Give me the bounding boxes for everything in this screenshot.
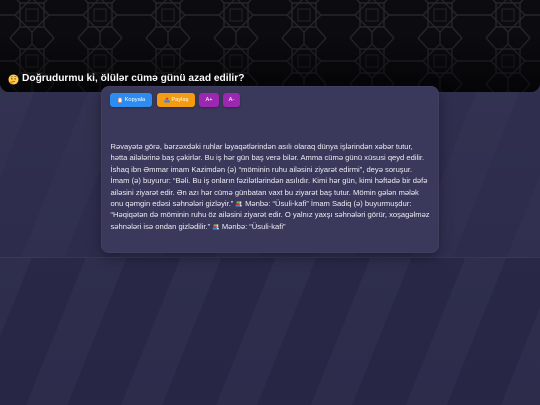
page-title-text: Doğrudurmu ki, ölülər cümə günü azad edi… (22, 73, 245, 84)
article-text: “Həqiqətən də möminin ruhu öz ailəsini z… (110, 210, 430, 220)
article-text: Mənbə: “Üsuli-kafi” (219, 221, 286, 231)
share-button[interactable]: Paylaş (157, 93, 195, 107)
font-increase-button[interactable]: A+ (199, 93, 219, 107)
article-text: Mənbə: “Üsuli-kafi” İmam Sadiq (ə) buyur… (242, 198, 412, 208)
article-card: Kopyala Paylaş A+ A- Rəvayətə görə, bərz… (101, 86, 439, 253)
article-line: hətta ailələrinə baş çəkirlər. Bu iş hər… (111, 152, 430, 163)
copy-button-label: Kopyala (124, 97, 146, 103)
outbox-tray-icon (163, 97, 170, 103)
page-title: Doğrudurmu ki, ölülər cümə günü azad edi… (8, 73, 244, 85)
books-icon (235, 200, 243, 207)
clipboard-icon (117, 97, 123, 103)
article-line: İmam (ə) buyurur: “Bəli. Bu iş onların f… (111, 175, 430, 186)
header-banner: Doğrudurmu ki, ölülər cümə günü azad edi… (0, 0, 540, 92)
books-icon (212, 223, 220, 230)
article-line: İshaq ibn Əmmar imam Kazimdən (ə) “mömin… (111, 164, 430, 175)
copy-button[interactable]: Kopyala (110, 93, 152, 107)
article-line: səhnələri isə ondan gizlədilir.” Mənbə: … (111, 221, 430, 232)
thinking-face-icon (8, 73, 19, 85)
article-line: Rəvayətə görə, bərzəxdəki ruhlar ləyaqət… (111, 141, 430, 152)
article-line: onu qəmgin edəsi səhnələri gizləyir.” Mə… (111, 198, 430, 209)
page-background: Doğrudurmu ki, ölülər cümə günü azad edi… (0, 0, 540, 405)
article-text: İmam (ə) buyurur: “Bəli. Bu iş onların f… (110, 176, 428, 186)
article-text: ailəsini ziyarət edir. Ən azı hər cümə g… (110, 187, 419, 197)
article-text: səhnələri isə ondan gizlədilir.” (110, 221, 213, 231)
article-line: ailəsini ziyarət edir. Ən azı hər cümə g… (111, 187, 430, 198)
article-text: Rəvayətə görə, bərzəxdəki ruhlar ləyaqət… (110, 142, 413, 151)
article-text: İshaq ibn Əmmar imam Kazimdən (ə) “mömin… (110, 164, 413, 174)
article-toolbar: Kopyala Paylaş A+ A- (110, 93, 240, 107)
share-button-label: Paylaş (171, 97, 189, 103)
article-line: “Həqiqətən də möminin ruhu öz ailəsini z… (111, 209, 430, 220)
article-text: hətta ailələrinə baş çəkirlər. Bu iş hər… (110, 153, 425, 163)
article-text: onu qəmgin edəsi səhnələri gizləyir.” (110, 198, 236, 208)
article-body: Rəvayətə görə, bərzəxdəki ruhlar ləyaqət… (111, 141, 430, 232)
font-decrease-button[interactable]: A- (223, 93, 240, 107)
